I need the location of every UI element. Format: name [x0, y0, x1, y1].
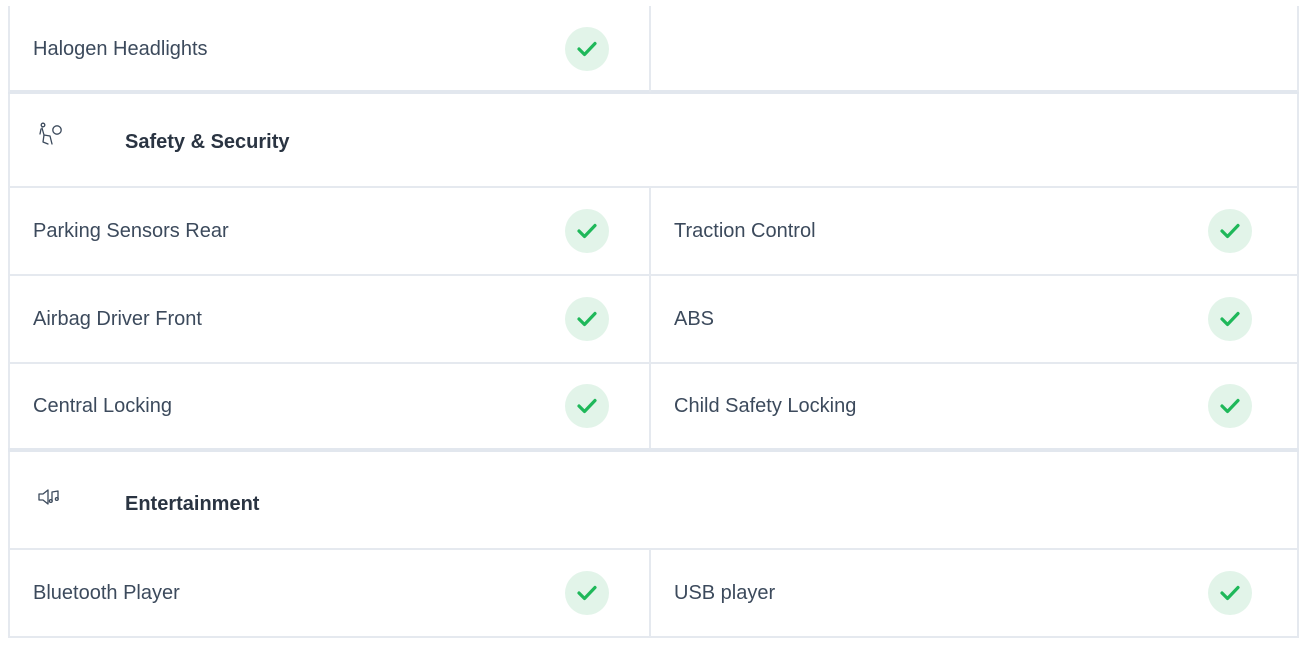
check-icon — [1208, 571, 1252, 615]
speaker-music-icon — [38, 488, 64, 514]
check-icon — [565, 209, 609, 253]
feature-cell: ABS — [651, 276, 1299, 362]
section-title: Entertainment — [125, 493, 260, 515]
feature-label: Traction Control — [674, 219, 816, 242]
section-header-safety: Safety & Security — [8, 94, 1299, 188]
feature-label: Parking Sensors Rear — [33, 219, 229, 242]
check-icon — [565, 297, 609, 341]
feature-cell: Parking Sensors Rear — [8, 188, 651, 274]
feature-label: ABS — [674, 307, 715, 330]
feature-cell: Airbag Driver Front — [8, 276, 651, 362]
feature-label: Central Locking — [33, 394, 172, 417]
check-icon — [565, 571, 609, 615]
feature-row: Parking Sensors Rear Traction Control — [8, 188, 1299, 276]
check-icon — [565, 384, 609, 428]
feature-label: Halogen Headlights — [33, 37, 208, 60]
feature-cell-empty — [651, 6, 1299, 92]
seated-person-airbag-icon — [38, 122, 64, 148]
feature-cell: Halogen Headlights — [8, 6, 651, 92]
feature-label: Bluetooth Player — [33, 581, 180, 604]
features-table: Halogen Headlights Safety & Security Par… — [8, 6, 1299, 638]
feature-row: Airbag Driver Front ABS — [8, 276, 1299, 364]
check-icon — [565, 27, 609, 71]
feature-row: Halogen Headlights — [8, 6, 1299, 94]
feature-label: Child Safety Locking — [674, 394, 857, 417]
feature-cell: USB player — [651, 550, 1299, 636]
feature-cell: Traction Control — [651, 188, 1299, 274]
feature-label: Airbag Driver Front — [33, 307, 202, 330]
feature-cell: Child Safety Locking — [651, 364, 1299, 448]
section-title: Safety & Security — [125, 131, 290, 153]
feature-label: USB player — [674, 581, 776, 604]
check-icon — [1208, 297, 1252, 341]
check-icon — [1208, 209, 1252, 253]
feature-cell: Bluetooth Player — [8, 550, 651, 636]
feature-cell: Central Locking — [8, 364, 651, 448]
check-icon — [1208, 384, 1252, 428]
section-header-entertainment: Entertainment — [8, 452, 1299, 550]
feature-row: Bluetooth Player USB player — [8, 550, 1299, 638]
feature-row: Central Locking Child Safety Locking — [8, 364, 1299, 452]
